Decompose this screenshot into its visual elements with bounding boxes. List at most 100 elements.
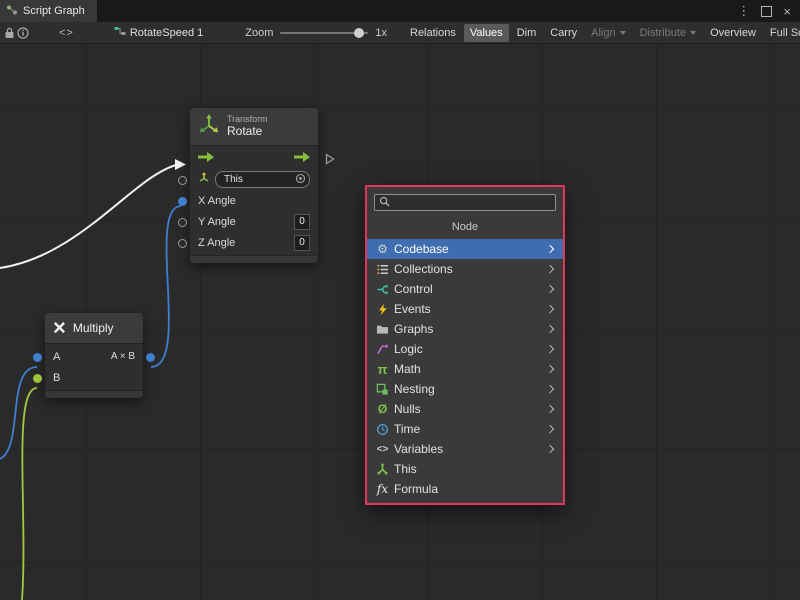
finder-header: Node <box>367 214 563 239</box>
graph-ref-icon <box>114 25 126 40</box>
this-field-value: This <box>224 174 243 185</box>
port-axb-output[interactable] <box>146 353 155 362</box>
wire-flow-arrowhead <box>175 159 186 170</box>
relations-button[interactable]: Relations <box>404 24 462 42</box>
kebab-menu-icon[interactable]: ⋮ <box>737 3 750 19</box>
align-button[interactable]: Align <box>585 24 631 42</box>
finder-search-box[interactable] <box>374 194 556 211</box>
finder-item-codebase[interactable]: ⚙ Codebase <box>367 239 563 259</box>
x-angle-label: X Angle <box>198 195 236 207</box>
window-tab-bar: Script Graph ⋮ × <box>0 0 800 22</box>
tab-title: Script Graph <box>23 5 85 17</box>
graph-toolbar: <> RotateSpeed 1 Zoom 1x Relations Value… <box>0 22 800 44</box>
multiply-node-header[interactable]: × Multiply <box>45 313 143 344</box>
flow-in-arrow-icon[interactable] <box>198 152 214 165</box>
chevron-down-icon <box>620 31 626 35</box>
object-picker-icon[interactable] <box>295 173 306 187</box>
node-finder-popup: Node ⚙ Codebase Collections Control Even… <box>365 185 565 505</box>
finder-item-graphs[interactable]: Graphs <box>367 319 563 339</box>
finder-item-logic[interactable]: Logic <box>367 339 563 359</box>
finder-item-formula[interactable]: fx Formula <box>367 479 563 499</box>
chevron-right-icon <box>546 365 554 373</box>
wire-multiply-to-xangle <box>151 206 181 367</box>
a-label: A <box>53 351 60 363</box>
graph-reference[interactable]: RotateSpeed 1 <box>114 25 203 40</box>
control-icon <box>374 283 391 296</box>
zoom-slider[interactable] <box>280 32 368 34</box>
overview-button[interactable]: Overview <box>704 24 762 42</box>
node-multiply[interactable]: × Multiply A A × B B <box>45 313 143 398</box>
rotate-node-title: Rotate <box>227 125 268 139</box>
finder-item-math[interactable]: π Math <box>367 359 563 379</box>
finder-item-control[interactable]: Control <box>367 279 563 299</box>
tab-script-graph[interactable]: Script Graph <box>0 0 97 22</box>
distribute-button[interactable]: Distribute <box>634 24 702 42</box>
search-icon <box>379 194 390 212</box>
dim-button[interactable]: Dim <box>511 24 543 42</box>
carry-button[interactable]: Carry <box>544 24 583 42</box>
node-transform-rotate[interactable]: Transform Rotate <box>190 108 318 263</box>
port-z-angle[interactable] <box>178 239 187 248</box>
flow-out-arrow-icon[interactable] <box>294 152 310 165</box>
chevron-right-icon <box>546 285 554 293</box>
graph-ref-label: RotateSpeed 1 <box>130 27 203 39</box>
collections-icon <box>374 263 391 276</box>
axb-output-label: A × B <box>111 351 135 362</box>
finder-search-input[interactable] <box>394 196 551 209</box>
nesting-icon <box>374 383 391 396</box>
this-object-field[interactable]: This <box>215 171 310 188</box>
chevron-right-icon <box>546 305 554 313</box>
finder-item-collections[interactable]: Collections <box>367 259 563 279</box>
finder-item-nulls[interactable]: Ø Nulls <box>367 399 563 419</box>
multiply-node-title: Multiply <box>73 321 114 335</box>
multiply-b-row: B <box>45 367 143 388</box>
chevron-right-icon <box>546 425 554 433</box>
variables-icon: <> <box>374 444 391 455</box>
chevron-right-icon <box>546 265 554 273</box>
folder-icon <box>374 323 391 335</box>
this-icon <box>374 463 391 476</box>
rotate-xangle-row: X Angle <box>190 190 318 211</box>
port-y-angle[interactable] <box>178 218 187 227</box>
rotate-node-header[interactable]: Transform Rotate <box>190 108 318 146</box>
port-this[interactable] <box>178 176 187 185</box>
pi-icon: π <box>374 362 391 377</box>
close-icon[interactable]: × <box>783 4 791 19</box>
finder-item-time[interactable]: Time <box>367 419 563 439</box>
wire-into-b <box>22 388 37 600</box>
finder-item-nesting[interactable]: Nesting <box>367 379 563 399</box>
finder-item-this[interactable]: This <box>367 459 563 479</box>
maximize-icon[interactable] <box>761 6 772 17</box>
port-a[interactable] <box>33 353 42 362</box>
flow-out-port-icon[interactable] <box>325 153 335 168</box>
y-angle-label: Y Angle <box>198 216 236 228</box>
multiply-node-footer <box>45 390 143 398</box>
chevron-right-icon <box>546 325 554 333</box>
chevron-right-icon <box>546 245 554 253</box>
rotate-this-row: This <box>190 169 318 190</box>
b-label: B <box>53 372 60 384</box>
fullscreen-button[interactable]: Full Screen <box>764 24 800 42</box>
script-graph-icon <box>6 4 18 19</box>
zoom-slider-knob[interactable] <box>354 28 364 38</box>
wire-into-a <box>0 367 37 459</box>
code-icon[interactable]: <> <box>59 27 74 39</box>
multiply-a-row: A A × B <box>45 346 143 367</box>
y-angle-input[interactable]: 0 <box>294 214 310 230</box>
port-x-angle[interactable] <box>178 197 187 206</box>
z-angle-input[interactable]: 0 <box>294 235 310 251</box>
chevron-right-icon <box>546 345 554 353</box>
zoom-label: Zoom <box>245 27 273 39</box>
rotate-node-footer <box>190 255 318 263</box>
finder-item-events[interactable]: Events <box>367 299 563 319</box>
info-icon[interactable] <box>17 24 29 42</box>
port-b[interactable] <box>33 374 42 383</box>
clock-icon <box>374 423 391 436</box>
lock-icon[interactable] <box>4 24 15 42</box>
rotate-flow-row <box>190 148 318 169</box>
gear-icon: ⚙ <box>374 242 391 256</box>
rotate-zangle-row: Z Angle 0 <box>190 232 318 253</box>
z-angle-label: Z Angle <box>198 237 235 249</box>
finder-item-variables[interactable]: <> Variables <box>367 439 563 459</box>
values-button[interactable]: Values <box>464 24 509 42</box>
